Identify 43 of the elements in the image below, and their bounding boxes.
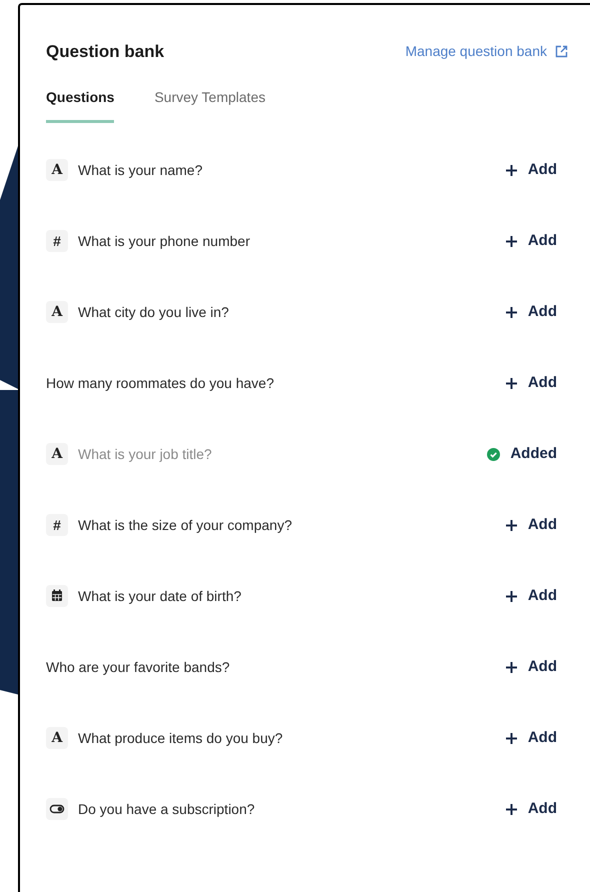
- add-button[interactable]: Add: [504, 230, 557, 252]
- text-type-icon: A: [46, 301, 68, 323]
- question-text: What produce items do you buy?: [78, 728, 283, 748]
- tab[interactable]: Survey Templates: [154, 86, 266, 122]
- plus-icon: [504, 660, 518, 674]
- add-button[interactable]: Add: [504, 158, 557, 182]
- plus-icon: [504, 234, 518, 248]
- plus-icon: [504, 306, 518, 318]
- add-button[interactable]: Add: [504, 300, 557, 324]
- added-button[interactable]: Added: [487, 442, 557, 466]
- plus-icon: [504, 590, 518, 602]
- panel-title: Question bank: [46, 41, 164, 63]
- add-button[interactable]: Add: [504, 726, 557, 750]
- toggle-icon: [46, 798, 68, 820]
- question-text: How many roommates do you have?: [46, 374, 274, 393]
- question-text: What is your phone number: [78, 232, 250, 251]
- number-type-icon: #: [46, 514, 68, 536]
- question-text: What is the size of your company?: [78, 516, 292, 535]
- add-button[interactable]: Add: [504, 798, 557, 820]
- check-circle-icon: [487, 448, 500, 460]
- manage-question-bank-link[interactable]: Manage question bank: [405, 41, 568, 62]
- add-button[interactable]: Add: [504, 372, 557, 394]
- plus-icon: [504, 802, 518, 816]
- question-text: What city do you live in?: [78, 302, 229, 322]
- question-text: What is your date of birth?: [78, 586, 242, 606]
- plus-icon: [504, 518, 518, 532]
- number-type-icon: #: [46, 230, 68, 252]
- tab[interactable]: Questions: [46, 86, 114, 122]
- question-text: What is your name?: [78, 160, 202, 180]
- text-type-icon: A: [46, 159, 68, 181]
- plus-icon: [504, 376, 518, 390]
- add-button[interactable]: Add: [504, 514, 557, 536]
- add-button[interactable]: Add: [504, 656, 557, 678]
- text-type-icon: A: [46, 727, 68, 749]
- plus-icon: [504, 164, 518, 176]
- calendar-icon: [46, 585, 68, 607]
- question-text: Who are your favorite bands?: [46, 658, 230, 677]
- add-button[interactable]: Add: [504, 584, 557, 608]
- external-link-icon: [555, 45, 568, 58]
- plus-icon: [504, 732, 518, 744]
- text-type-icon: A: [46, 443, 68, 465]
- question-text: What is your job title?: [78, 444, 212, 464]
- question-text: Do you have a subscription?: [78, 800, 255, 819]
